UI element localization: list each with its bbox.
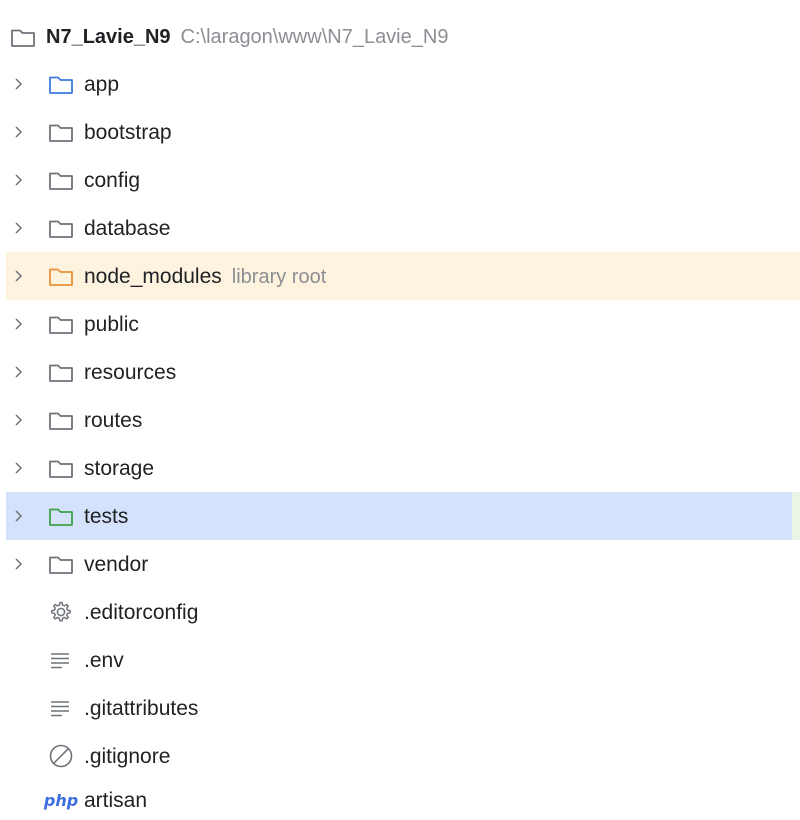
tree-item-label: artisan [84, 788, 148, 812]
tree-item-label: app [84, 72, 120, 96]
tree-item-vendor[interactable]: vendor [6, 540, 800, 588]
gear-icon [46, 597, 76, 627]
folder-icon [46, 165, 76, 195]
folder-icon [46, 405, 76, 435]
chevron-right-icon[interactable] [12, 509, 26, 523]
root-name: N7_Lavie_N9 [46, 26, 171, 48]
chevron-right-icon[interactable] [12, 413, 26, 427]
tree-item-artisan[interactable]: php artisan [6, 780, 800, 820]
chevron-right-icon[interactable] [12, 461, 26, 475]
ignore-icon [46, 741, 76, 771]
tree-item-config[interactable]: config [6, 156, 800, 204]
tree-item-label: .env [84, 648, 124, 672]
tree-item-label: .editorconfig [84, 600, 199, 624]
tree-item-database[interactable]: database [6, 204, 800, 252]
folder-blue-icon [46, 69, 76, 99]
folder-icon [46, 453, 76, 483]
tree-item-app[interactable]: app [6, 60, 800, 108]
tree-item-bootstrap[interactable]: bootstrap [6, 108, 800, 156]
tree-item-label: storage [84, 456, 155, 480]
tree-item-name: node_modules [84, 264, 222, 288]
root-path: C:\laragon\www\N7_Lavie_N9 [180, 26, 449, 48]
folder-orange-icon [46, 261, 76, 291]
folder-icon [46, 213, 76, 243]
chevron-right-icon[interactable] [12, 269, 26, 283]
tree-item-tests[interactable]: tests [6, 492, 800, 540]
tree-item-node-modules[interactable]: node_modules library root [6, 252, 800, 300]
tree-item-label: resources [84, 360, 177, 384]
tree-item-label: node_modules library root [84, 266, 326, 287]
chevron-right-icon[interactable] [12, 365, 26, 379]
tree-item-resources[interactable]: resources [6, 348, 800, 396]
folder-icon [8, 22, 38, 52]
chevron-right-icon[interactable] [12, 125, 26, 139]
folder-green-icon [46, 501, 76, 531]
library-root-hint: library root [231, 265, 327, 288]
tree-item-routes[interactable]: routes [6, 396, 800, 444]
tree-item-env[interactable]: .env [6, 636, 800, 684]
tree-item-label: database [84, 216, 171, 240]
tree-item-label: .gitattributes [84, 696, 199, 720]
text-lines-icon [46, 693, 76, 723]
php-icon: php [43, 790, 79, 810]
tree-item-label: vendor [84, 552, 149, 576]
tree-item-label: public [84, 312, 139, 336]
folder-icon [46, 357, 76, 387]
tree-item-public[interactable]: public [6, 300, 800, 348]
root-label: N7_Lavie_N9 C:\laragon\www\N7_Lavie_N9 [46, 27, 448, 47]
tree-root[interactable]: N7_Lavie_N9 C:\laragon\www\N7_Lavie_N9 [6, 14, 800, 60]
folder-icon [46, 309, 76, 339]
tree-item-label: config [84, 168, 141, 192]
chevron-right-icon[interactable] [12, 173, 26, 187]
tree-item-storage[interactable]: storage [6, 444, 800, 492]
tree-item-label: .gitignore [84, 744, 171, 768]
tree-item-label: routes [84, 408, 143, 432]
tree-item-label: tests [84, 504, 129, 528]
chevron-right-icon[interactable] [12, 317, 26, 331]
project-tree: N7_Lavie_N9 C:\laragon\www\N7_Lavie_N9 ap… [0, 0, 800, 820]
tree-item-label: bootstrap [84, 120, 172, 144]
tree-item-editorconfig[interactable]: .editorconfig [6, 588, 800, 636]
tree-item-gitignore[interactable]: .gitignore [6, 732, 800, 780]
folder-icon [46, 117, 76, 147]
tree-item-gitattributes[interactable]: .gitattributes [6, 684, 800, 732]
text-lines-icon [46, 645, 76, 675]
folder-icon [46, 549, 76, 579]
chevron-right-icon[interactable] [12, 77, 26, 91]
chevron-right-icon[interactable] [12, 221, 26, 235]
chevron-right-icon[interactable] [12, 557, 26, 571]
